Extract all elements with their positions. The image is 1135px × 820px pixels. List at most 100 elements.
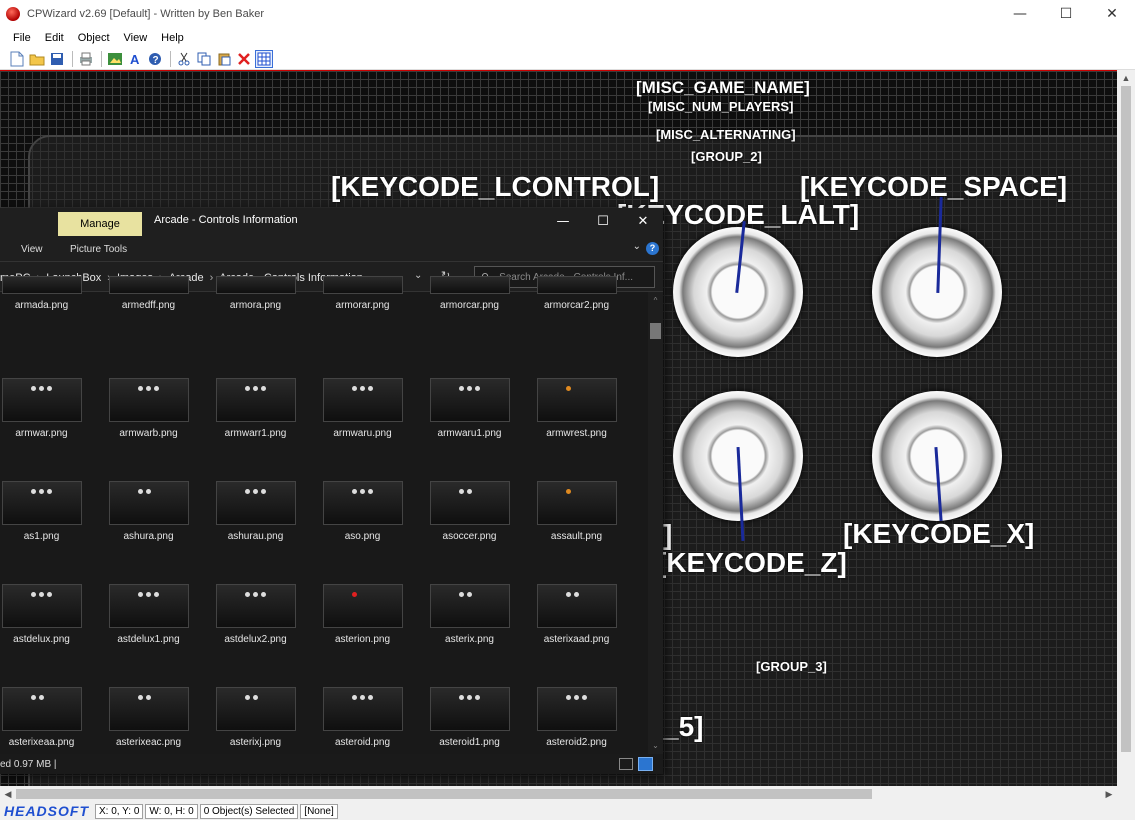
status-size: W: 0, H: 0 xyxy=(145,803,198,819)
thumbnail-dot xyxy=(46,386,52,391)
thumbnail-dot xyxy=(137,695,143,700)
menu-object[interactable]: Object xyxy=(71,30,117,46)
save-icon[interactable] xyxy=(48,50,66,68)
thumbnail-buttons xyxy=(137,386,162,391)
menu-edit[interactable]: Edit xyxy=(38,30,71,46)
thumbnail-buttons xyxy=(565,695,590,700)
print-icon[interactable] xyxy=(77,50,95,68)
close-button[interactable]: ✕ xyxy=(1089,0,1135,28)
scroll-up-icon[interactable]: ▲ xyxy=(1117,70,1135,86)
list-item[interactable]: armedff.png xyxy=(95,276,202,311)
open-folder-icon[interactable] xyxy=(28,50,46,68)
thumbnail-dot xyxy=(351,489,357,494)
thumbnail-dot xyxy=(153,592,159,597)
thumbnail-dot xyxy=(145,592,151,597)
label-misc-num-players[interactable]: [MISC_NUM_PLAYERS] xyxy=(648,99,793,114)
details-view-icon[interactable] xyxy=(619,758,633,770)
list-item[interactable]: armwarr1.png xyxy=(202,378,309,439)
list-item[interactable]: asteroid.png xyxy=(309,687,416,748)
menu-help[interactable]: Help xyxy=(154,30,191,46)
explorer-vertical-scrollbar[interactable]: ^ ⌄ xyxy=(648,292,663,754)
label-keycode-partial[interactable]: _5] xyxy=(663,711,703,743)
label-keycode-x[interactable]: [KEYCODE_X] xyxy=(843,518,1034,550)
vertical-scroll-thumb[interactable] xyxy=(1121,86,1131,752)
grid-toggle-icon[interactable] xyxy=(255,49,273,68)
scroll-left-icon[interactable]: ◀ xyxy=(0,786,16,802)
list-item[interactable]: aso.png xyxy=(309,481,416,542)
list-item[interactable]: astdelux2.png xyxy=(202,584,309,645)
list-item[interactable]: asteroid1.png xyxy=(416,687,523,748)
vertical-scrollbar[interactable]: ▲ xyxy=(1117,70,1135,786)
label-misc-game-name[interactable]: [MISC_GAME_NAME] xyxy=(636,78,810,98)
copy-icon[interactable] xyxy=(195,50,213,68)
list-item[interactable]: astdelux.png xyxy=(0,584,95,645)
list-item[interactable]: ashurau.png xyxy=(202,481,309,542)
list-item[interactable]: armwar.png xyxy=(0,378,95,439)
ribbon-tab-picture-tools[interactable]: Picture Tools xyxy=(70,244,127,255)
thumbnail-buttons xyxy=(30,386,55,391)
label-keycode-z[interactable]: [KEYCODE_Z] xyxy=(657,547,847,579)
thumbnail-buttons xyxy=(565,489,574,494)
list-item[interactable]: asteroid2.png xyxy=(523,687,630,748)
large-icons-view-icon[interactable] xyxy=(638,757,653,771)
list-item[interactable]: ashura.png xyxy=(95,481,202,542)
label-keycode-lcontrol[interactable]: [KEYCODE_LCONTROL] xyxy=(331,171,659,203)
paste-icon[interactable] xyxy=(215,50,233,68)
thumbnail-dot xyxy=(137,489,143,494)
list-item[interactable]: armwaru1.png xyxy=(416,378,523,439)
list-item[interactable]: armorcar.png xyxy=(416,276,523,311)
thumbnail-dot xyxy=(565,489,571,494)
delete-icon[interactable] xyxy=(235,50,253,68)
file-thumbnail xyxy=(108,378,189,422)
list-item[interactable]: asoccer.png xyxy=(416,481,523,542)
new-file-icon[interactable] xyxy=(8,50,26,68)
file-name: asterix.png xyxy=(445,634,494,645)
minimize-button[interactable]: — xyxy=(997,0,1043,28)
list-item[interactable]: asterixeac.png xyxy=(95,687,202,748)
list-item[interactable]: assault.png xyxy=(523,481,630,542)
explorer-scroll-thumb[interactable] xyxy=(650,323,661,339)
list-item[interactable]: as1.png xyxy=(0,481,95,542)
maximize-button[interactable]: ☐ xyxy=(1043,0,1089,28)
label-misc-alternating[interactable]: [MISC_ALTERNATING] xyxy=(656,127,796,142)
explorer-minimize-button[interactable]: — xyxy=(543,208,583,234)
label-group-2[interactable]: [GROUP_2] xyxy=(691,149,762,164)
scroll-right-icon[interactable]: ▶ xyxy=(1101,786,1117,802)
menu-file[interactable]: File xyxy=(6,30,38,46)
ribbon-tab-view[interactable]: View xyxy=(21,244,43,255)
list-item[interactable]: asterix.png xyxy=(416,584,523,645)
help-icon[interactable]: ? xyxy=(146,50,164,68)
list-item[interactable]: asterion.png xyxy=(309,584,416,645)
horizontal-scroll-thumb[interactable] xyxy=(16,789,872,799)
window-title: CPWizard v2.69 [Default] - Written by Be… xyxy=(27,8,264,20)
cut-icon[interactable] xyxy=(175,50,193,68)
list-item[interactable]: asterixj.png xyxy=(202,687,309,748)
text-icon[interactable]: A xyxy=(126,50,144,68)
explorer-scroll-up-icon[interactable]: ^ xyxy=(648,296,663,305)
list-item[interactable]: armwrest.png xyxy=(523,378,630,439)
list-item[interactable]: astdelux1.png xyxy=(95,584,202,645)
manage-tab[interactable]: Manage xyxy=(58,212,142,236)
list-item[interactable]: armwarb.png xyxy=(95,378,202,439)
list-item[interactable]: armwaru.png xyxy=(309,378,416,439)
list-item[interactable]: armorcar2.png xyxy=(523,276,630,311)
list-item[interactable]: armada.png xyxy=(0,276,95,311)
thumbnail-dot xyxy=(137,592,143,597)
image-icon[interactable] xyxy=(106,50,124,68)
label-group-3[interactable]: [GROUP_3] xyxy=(756,659,827,674)
menu-view[interactable]: View xyxy=(117,30,155,46)
explorer-close-button[interactable]: ✕ xyxy=(623,208,663,234)
ribbon-expand-icon[interactable]: ⌄ xyxy=(633,241,641,252)
help-icon[interactable]: ? xyxy=(646,242,659,255)
horizontal-scrollbar[interactable]: ◀ ▶ xyxy=(0,786,1117,802)
explorer-scroll-down-icon[interactable]: ⌄ xyxy=(648,741,663,750)
list-item[interactable]: asterixaad.png xyxy=(523,584,630,645)
thumbnail-dot xyxy=(458,592,464,597)
list-item[interactable]: armorar.png xyxy=(309,276,416,311)
app-icon xyxy=(6,7,20,21)
explorer-maximize-button[interactable]: ☐ xyxy=(583,208,623,234)
list-item[interactable]: armora.png xyxy=(202,276,309,311)
file-name: asterixj.png xyxy=(229,737,282,748)
list-item[interactable]: asterixeaa.png xyxy=(0,687,95,748)
svg-text:?: ? xyxy=(153,55,159,66)
